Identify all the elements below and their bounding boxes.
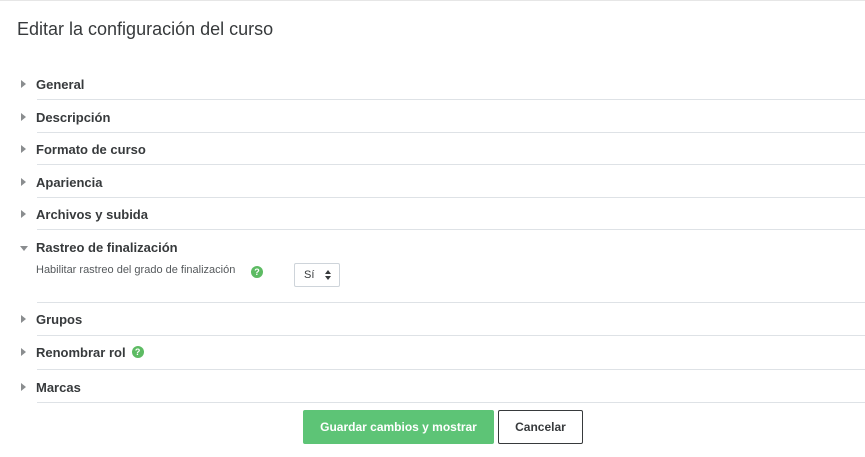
section-title-completion-tracking: Rastreo de finalización [36, 239, 178, 255]
divider [37, 229, 865, 230]
divider [37, 197, 865, 198]
caret-right-icon [20, 205, 30, 223]
section-title-course-format: Formato de curso [36, 141, 146, 157]
caret-right-icon [20, 140, 30, 158]
divider [37, 402, 865, 403]
section-rename-role[interactable]: Renombrar rol ? [20, 342, 144, 362]
caret-right-icon [20, 378, 30, 396]
caret-right-icon [20, 173, 30, 191]
section-title-description: Descripción [36, 109, 111, 125]
top-border [0, 0, 865, 1]
section-files-uploads[interactable]: Archivos y subida [20, 204, 148, 224]
section-title-general: General [36, 76, 85, 92]
section-groups[interactable]: Grupos [20, 309, 82, 329]
section-title-rename-role: Renombrar rol [36, 344, 126, 360]
section-general[interactable]: General [20, 74, 84, 94]
divider [37, 302, 865, 303]
divider [37, 132, 865, 133]
section-title-groups: Grupos [36, 311, 83, 327]
enable-completion-value: Sí [304, 269, 315, 281]
section-tags[interactable]: Marcas [20, 377, 81, 397]
section-completion-tracking[interactable]: Rastreo de finalización [20, 237, 178, 257]
caret-right-icon [20, 75, 30, 93]
caret-down-icon [20, 238, 30, 256]
page-title: Editar la configuración del curso [17, 19, 274, 39]
section-description[interactable]: Descripción [20, 107, 110, 127]
enable-completion-label: Habilitar rastreo del grado de finalizac… [36, 264, 236, 276]
section-appearance[interactable]: Apariencia [20, 172, 102, 192]
divider [37, 164, 865, 165]
section-title-tags: Marcas [36, 379, 81, 395]
caret-right-icon [20, 343, 30, 361]
divider [37, 335, 865, 336]
caret-right-icon [20, 310, 30, 328]
question-circle-icon[interactable]: ? [251, 266, 263, 278]
question-circle-icon[interactable]: ? [131, 346, 144, 358]
section-title-appearance: Apariencia [36, 174, 103, 190]
divider [37, 369, 865, 370]
enable-completion-select[interactable]: Sí [294, 263, 340, 287]
divider [37, 99, 865, 100]
save-and-display-button[interactable]: Guardar cambios y mostrar [303, 410, 494, 444]
section-course-format[interactable]: Formato de curso [20, 139, 146, 159]
select-arrows-icon [325, 270, 331, 280]
section-title-files-uploads: Archivos y subida [36, 206, 148, 222]
cancel-button[interactable]: Cancelar [498, 410, 583, 444]
caret-right-icon [20, 108, 30, 126]
